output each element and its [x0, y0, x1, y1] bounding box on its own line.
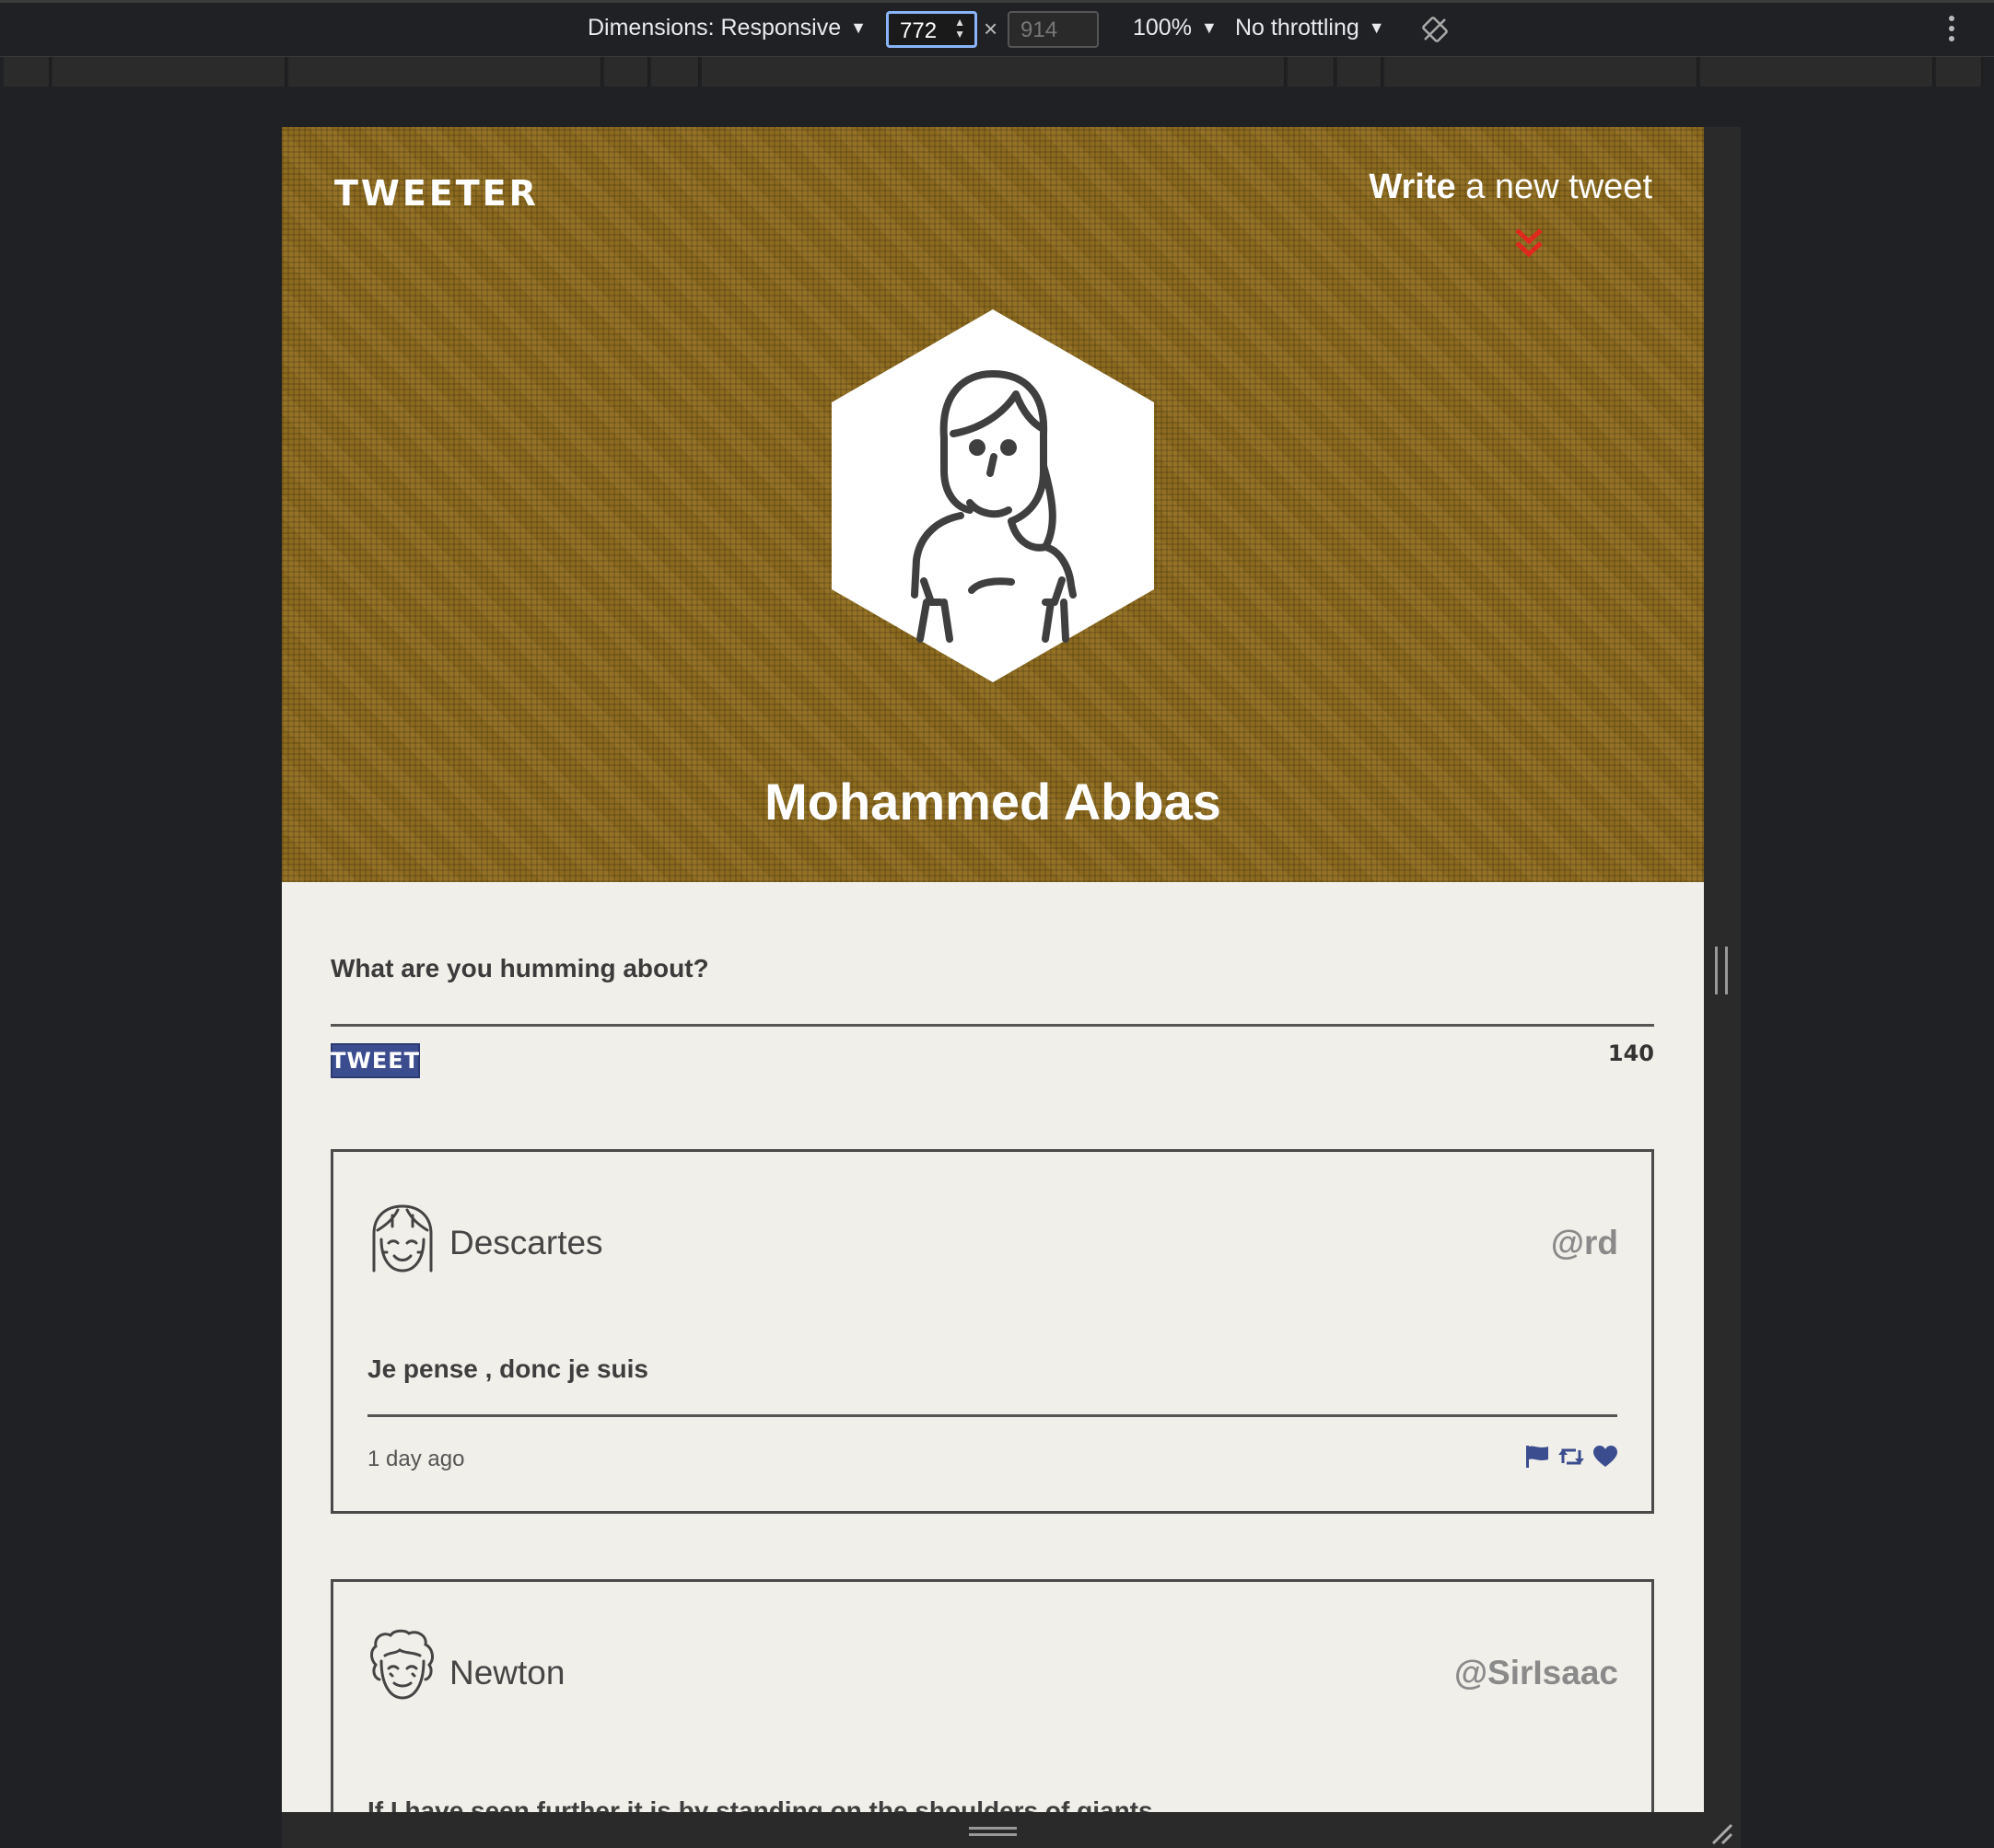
flag-icon[interactable]: [1524, 1445, 1550, 1469]
character-counter: 140: [1607, 1040, 1654, 1066]
media-query-segment[interactable]: [288, 57, 602, 87]
tweet-divider: [367, 1414, 1617, 1417]
rotate-icon[interactable]: [1421, 16, 1449, 43]
tweet-card: Newton @SirIsaac If I have seen further …: [331, 1579, 1654, 1812]
profile-header: TWEETER Write a new tweet Mohammed Abbas: [282, 127, 1704, 882]
chevron-double-down-icon[interactable]: [1513, 227, 1545, 260]
write-tweet-link[interactable]: Write a new tweet: [1369, 168, 1652, 207]
device-viewport: TWEETER Write a new tweet Mohammed Abbas…: [282, 127, 1704, 1812]
stepper-icon[interactable]: ▲ ▼: [954, 17, 965, 41]
resize-handle-bottom[interactable]: [969, 1827, 1017, 1836]
composer-underline: [331, 1024, 1654, 1027]
throttling-label: No throttling: [1235, 15, 1359, 41]
tweet-card: Descartes @rd Je pense , donc je suis 1 …: [331, 1149, 1654, 1514]
caret-down-icon: ▼: [850, 18, 867, 37]
tweet-content: Je pense , donc je suis: [367, 1354, 649, 1383]
tweet-handle[interactable]: @SirIsaac: [1454, 1654, 1618, 1692]
write-bold-label: Write: [1369, 168, 1456, 206]
zoom-label: 100%: [1133, 15, 1192, 41]
caret-down-icon: ▼: [1368, 18, 1385, 37]
media-query-segment[interactable]: [1384, 57, 1698, 87]
composer-prompt[interactable]: What are you humming about?: [331, 954, 709, 983]
media-query-segment[interactable]: [651, 57, 700, 87]
media-query-segment[interactable]: [1700, 57, 1934, 87]
zoom-dropdown[interactable]: 100% ▼: [1133, 15, 1218, 41]
more-icon[interactable]: [1945, 16, 1958, 47]
media-query-bar: [0, 57, 1994, 88]
media-query-segment[interactable]: [1337, 57, 1382, 87]
tweet-content: If I have seen further it is by standing…: [367, 1796, 1153, 1812]
media-query-segment[interactable]: [1288, 57, 1335, 87]
caret-down-icon: ▼: [1200, 18, 1218, 37]
resize-corner-icon[interactable]: [1709, 1821, 1733, 1845]
newton-avatar: [370, 1629, 434, 1700]
height-placeholder: 914: [1020, 17, 1058, 42]
tweet-author: Descartes: [449, 1224, 603, 1261]
write-rest-label: a new tweet: [1455, 168, 1652, 206]
height-input[interactable]: 914: [1008, 11, 1099, 48]
devtools-toolbar: Dimensions: Responsive ▼ 772 ▲ ▼ × 914 100…: [0, 0, 1994, 57]
width-value: 772: [900, 18, 938, 43]
brand-logo[interactable]: TWEETER: [334, 173, 539, 214]
media-query-segment[interactable]: [702, 57, 1286, 87]
resize-handle-right[interactable]: [1715, 947, 1728, 994]
media-query-segment[interactable]: [1936, 57, 1983, 87]
media-query-segment[interactable]: [4, 57, 51, 87]
times-icon: ×: [984, 15, 998, 42]
retweet-icon[interactable]: [1557, 1445, 1585, 1469]
profile-avatar: [832, 309, 1154, 682]
tweet-actions: [1524, 1445, 1618, 1469]
tweet-timestamp: 1 day ago: [367, 1447, 465, 1471]
heart-icon[interactable]: [1592, 1445, 1618, 1469]
descartes-avatar: [372, 1204, 433, 1273]
tweet-button[interactable]: TWEET: [331, 1043, 420, 1078]
media-query-segment[interactable]: [52, 57, 286, 87]
dimensions-dropdown[interactable]: Dimensions: Responsive ▼: [588, 15, 867, 41]
media-query-segment[interactable]: [604, 57, 649, 87]
throttling-dropdown[interactable]: No throttling ▼: [1235, 15, 1385, 41]
tweet-handle[interactable]: @rd: [1551, 1224, 1618, 1262]
dimensions-label: Dimensions: Responsive: [588, 15, 842, 41]
profile-name: Mohammed Abbas: [764, 773, 1221, 831]
tweet-author: Newton: [449, 1654, 566, 1691]
width-input[interactable]: 772 ▲ ▼: [886, 11, 977, 48]
